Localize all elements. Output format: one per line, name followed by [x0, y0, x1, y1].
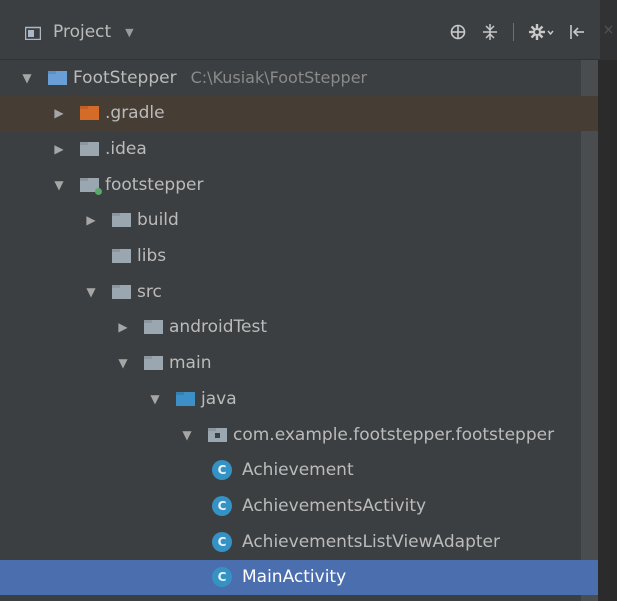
tree-row-src[interactable]: ▼ src	[0, 274, 598, 309]
tree-row-label: androidTest	[169, 317, 267, 338]
tree-row-mainactivity[interactable]: ▶CMainActivity	[0, 559, 598, 595]
project-tree: ▼ FootStepper C:\Kusiak\FootStepper ▶ .gradl…	[0, 60, 598, 601]
tree-row-footstepper[interactable]: ▼ footstepper	[0, 167, 598, 202]
tree-row-label: main	[169, 353, 212, 374]
collapsed-arrow-icon[interactable]: ▶	[84, 213, 98, 227]
tree-row-label: com.example.footstepper.footstepper	[233, 424, 555, 445]
caret-down-icon[interactable]: ▼	[125, 26, 133, 39]
orange-folder-icon	[80, 106, 99, 121]
tree-row-label: FootStepper	[73, 67, 177, 88]
tree-row-footstepper[interactable]: ▼ FootStepper C:\Kusiak\FootStepper	[0, 60, 598, 95]
folder-icon	[112, 249, 131, 263]
tree-row-achievement[interactable]: ▶CAchievement	[0, 453, 598, 488]
class-icon: C	[212, 495, 232, 516]
collapsed-arrow-icon[interactable]: ▶	[116, 320, 130, 334]
folder-icon	[144, 356, 163, 371]
class-icon: C	[212, 460, 232, 481]
crosshair-icon[interactable]	[449, 23, 467, 41]
editor-gutter	[598, 60, 617, 601]
expanded-arrow-icon[interactable]: ▼	[180, 428, 194, 442]
source-folder-icon	[176, 391, 195, 406]
collapse-icon[interactable]	[481, 23, 499, 41]
module-folder-icon	[80, 177, 102, 195]
editor-edge: ×	[600, 0, 617, 60]
tree-row-achievementsactivity[interactable]: ▶CAchievementsActivity	[0, 488, 598, 523]
tree-row-label: .idea	[105, 138, 147, 159]
tree-row--gradle[interactable]: ▶ .gradle	[0, 95, 598, 131]
tree-row-label: MainActivity	[242, 567, 347, 588]
project-tool-window: Project ▼ × ▼ FootStepper C:\Kusiak\Foot…	[0, 0, 617, 601]
tree-row-label: src	[137, 281, 162, 302]
tree-row-label: .gradle	[105, 103, 165, 124]
tree-row--idea[interactable]: ▶ .idea	[0, 131, 598, 166]
tree-row-libs[interactable]: ▶libs	[0, 239, 598, 274]
project-view-icon	[24, 25, 42, 41]
tree-row-label: build	[137, 210, 179, 231]
tree-row-label: AchievementsListViewAdapter	[242, 531, 500, 552]
class-icon: C	[212, 531, 232, 552]
header-toolbar	[449, 20, 586, 44]
project-header: Project ▼	[0, 0, 600, 60]
tree-row-build[interactable]: ▶ build	[0, 203, 598, 238]
collapsed-arrow-icon[interactable]: ▶	[52, 106, 66, 120]
folder-icon	[112, 284, 131, 299]
tree-row-main[interactable]: ▼ main	[0, 346, 598, 381]
package-folder-icon	[208, 427, 227, 442]
project-path-hint: C:\Kusiak\FootStepper	[190, 68, 368, 87]
tree-row-achievementslistviewadapter[interactable]: ▶CAchievementsListViewAdapter	[0, 524, 598, 559]
project-folder-icon	[48, 70, 67, 85]
expanded-arrow-icon[interactable]: ▼	[84, 285, 98, 299]
project-title: Project	[53, 22, 112, 42]
pin-left-icon[interactable]	[568, 23, 586, 41]
collapsed-arrow-icon[interactable]: ▶	[52, 142, 66, 156]
tree-row-label: java	[201, 388, 237, 409]
expanded-arrow-icon[interactable]: ▼	[148, 392, 162, 406]
expanded-arrow-icon[interactable]: ▼	[116, 356, 130, 370]
folder-icon	[112, 213, 131, 228]
class-icon: C	[212, 567, 232, 588]
expanded-arrow-icon[interactable]: ▼	[20, 71, 34, 85]
tree-row-label: AchievementsActivity	[242, 495, 427, 516]
toolbar-separator	[513, 23, 514, 41]
folder-icon	[144, 320, 163, 335]
gear-icon[interactable]	[528, 23, 554, 41]
tree-row-java[interactable]: ▼ java	[0, 381, 598, 416]
project-view-selector[interactable]: Project ▼	[24, 20, 134, 44]
tree-row-label: Achievement	[242, 460, 354, 481]
tree-row-label: libs	[137, 246, 167, 266]
tree-row-androidtest[interactable]: ▶ androidTest	[0, 310, 598, 345]
tree-row-com-example-footstepper-footstepper[interactable]: ▼ com.example.footstepper.footstepper	[0, 417, 598, 452]
expanded-arrow-icon[interactable]: ▼	[52, 178, 66, 192]
tree-row-label: footstepper	[105, 174, 204, 195]
folder-icon	[80, 141, 99, 156]
